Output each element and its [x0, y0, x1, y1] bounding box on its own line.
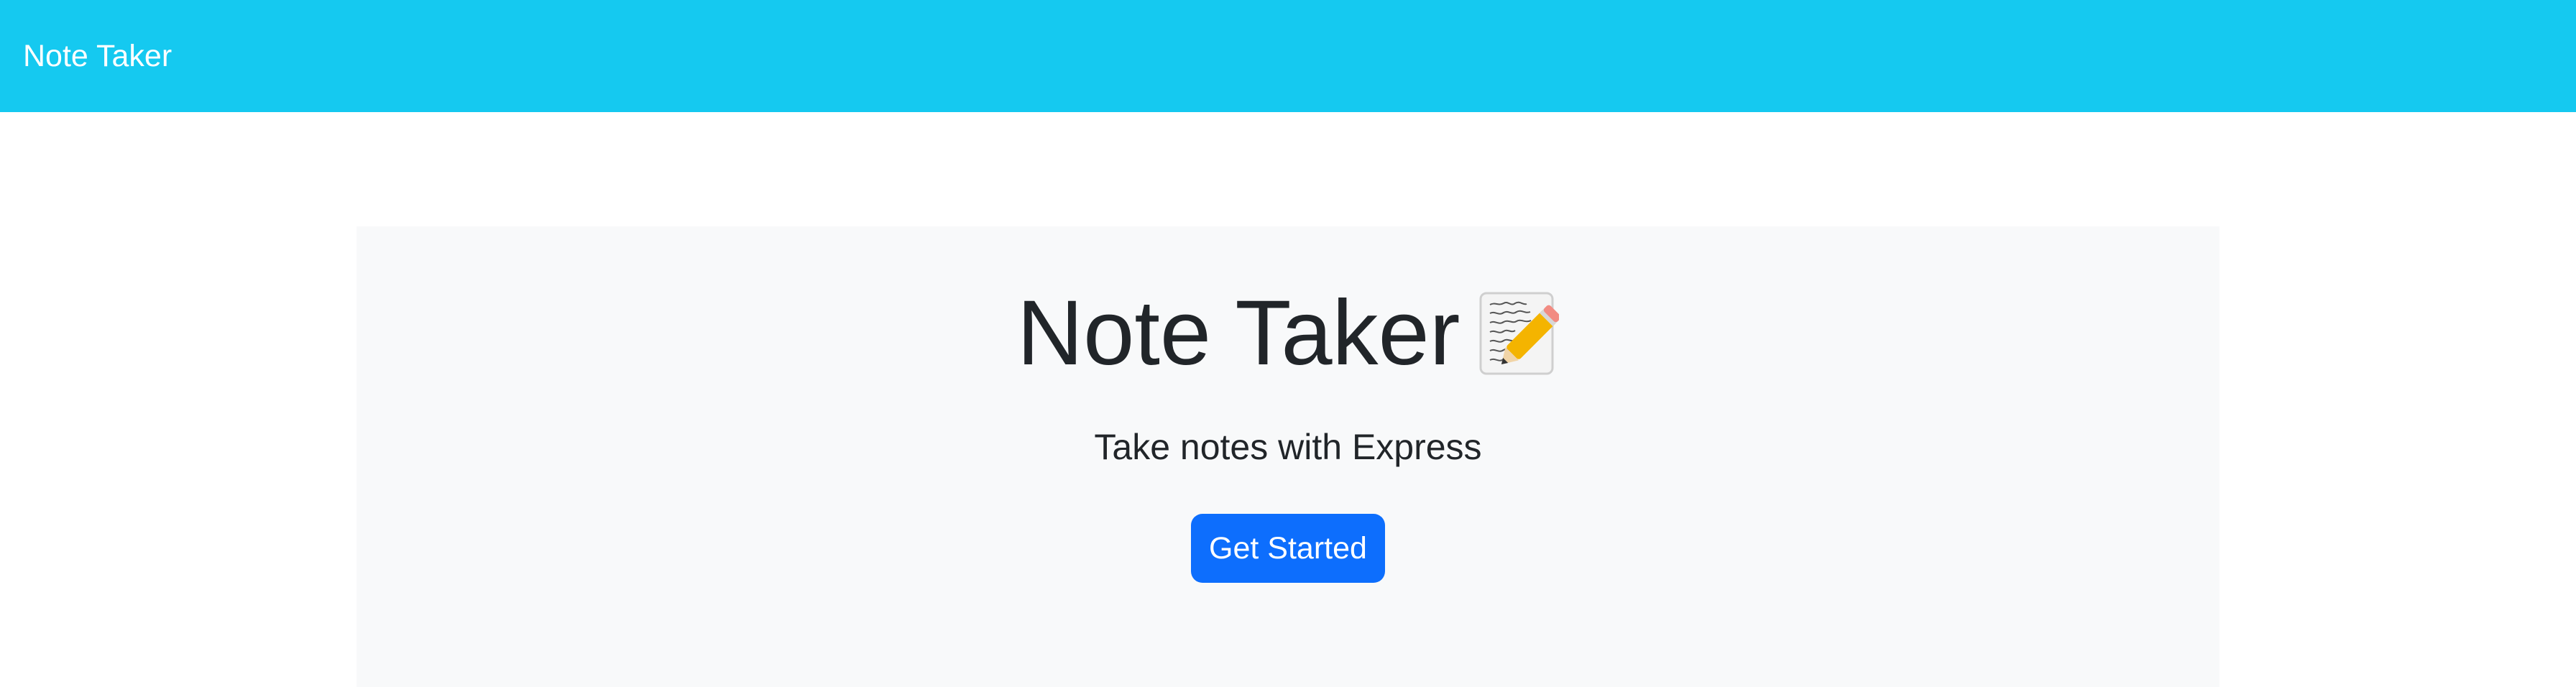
top-navbar: Note Taker	[0, 0, 2576, 112]
hero-title-text: Note Taker	[1016, 282, 1460, 384]
hero-title: Note Taker	[0, 287, 2576, 379]
hero-subtitle: Take notes with Express	[1094, 427, 1482, 467]
get-started-button[interactable]: Get Started	[1191, 514, 1385, 583]
navbar-brand-link[interactable]: Note Taker	[23, 40, 172, 72]
memo-icon	[1479, 292, 1560, 375]
